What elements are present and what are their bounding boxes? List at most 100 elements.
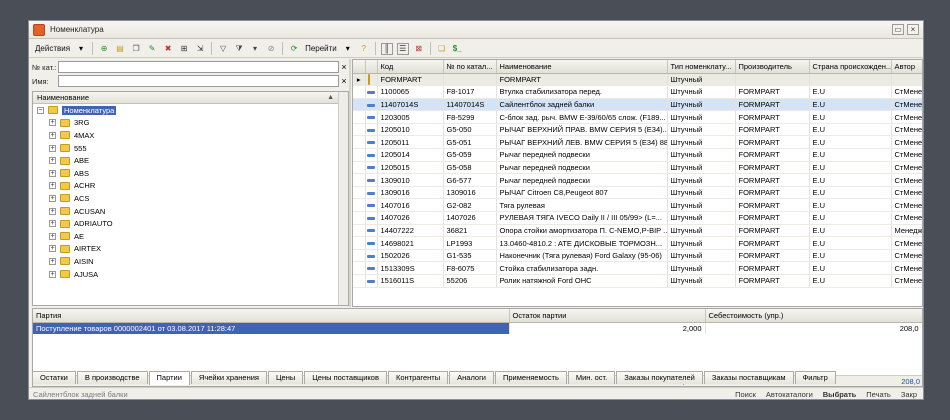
print-button[interactable]: Печать [866,390,891,399]
autocatalogs-button[interactable]: Автокаталоги [766,390,813,399]
column-header-catalog-number[interactable]: № по катал... [443,60,497,74]
country-cell[interactable]: E.U [809,211,892,225]
tab[interactable]: Ячейки хранения [190,371,267,384]
expand-icon[interactable]: + [49,169,56,177]
batch-cell[interactable]: Поступление товаров 0000002401 от 03.08.… [33,322,510,334]
search-button[interactable]: Поиск [735,390,756,399]
catalog-number-cell[interactable]: F8-6075 [443,261,497,275]
empty-cell[interactable] [891,73,922,87]
help-icon[interactable]: ? [358,43,370,55]
expand-icon[interactable]: + [49,131,56,139]
country-cell[interactable]: E.U [809,123,892,137]
tree-item[interactable]: + AJUSA [33,268,348,281]
tree-item[interactable]: +3RG [33,117,348,130]
tab[interactable]: Аналоги [449,371,494,384]
catalog-number-cell[interactable]: F8-5299 [443,110,497,124]
author-cell[interactable]: СтМенеджер02 [891,211,922,225]
catalog-number-cell[interactable] [443,73,497,87]
tree-item[interactable]: + ACS [33,192,348,205]
author-cell[interactable]: СтМенеджер02 [891,110,922,124]
code-cell[interactable]: 14407222 [377,224,444,238]
country-cell[interactable]: E.U [809,161,892,175]
item-type-cell[interactable]: Штучный [667,173,736,187]
add-folder-icon[interactable]: ▤ [114,43,126,55]
catalog-number-cell[interactable]: 1309016 [443,186,497,200]
catalog-number-cell[interactable]: 1407026 [443,211,497,225]
code-cell[interactable]: 1309016 [377,186,444,200]
name-cell[interactable]: Ролик натяжной Ford OHC [496,274,668,288]
folder-row[interactable]: ▸ FORMPART FORMPART Штучный [353,73,922,87]
expand-icon[interactable]: + [49,257,56,265]
column-header-author[interactable]: Автор [891,60,922,74]
item-type-cell[interactable]: Штучный [667,249,736,263]
code-cell[interactable]: 1502026 [377,249,444,263]
country-cell[interactable]: E.U [809,224,892,238]
catalog-number-cell[interactable]: G1-535 [443,249,497,263]
name-cell[interactable]: РЫЧАГ Citroen C8,Peugeot 807 [496,186,668,200]
name-cell[interactable]: Опора стойки амортизатора П. C-NEMO,P-BI… [496,224,668,238]
name-cell[interactable]: Рычаг передней подвески [496,161,668,175]
catalog-number-cell[interactable]: G5-051 [443,135,497,150]
name-input[interactable] [58,75,339,87]
table-row[interactable]: 1205014 G5-059 Рычаг передней подвески Штуч… [353,148,922,162]
manufacturer-cell[interactable]: FORMPART [735,211,810,225]
name-cell[interactable]: Тяга рулевая [496,198,668,213]
name-cell[interactable]: Рычаг передней подвески [496,148,668,162]
catalog-number-cell[interactable]: G2-082 [443,198,497,213]
name-cell[interactable]: Втулка стабилизатора перед. [496,85,668,99]
author-cell[interactable]: СтМенеджер01 [891,135,922,150]
catalog-number-cell[interactable]: 55206 [443,274,497,288]
code-cell[interactable]: 1100065 [377,85,444,99]
prices-button[interactable]: $_ [453,44,462,53]
author-cell[interactable]: СтМенеджер02 [891,173,922,187]
manufacturer-cell[interactable]: FORMPART [735,274,810,288]
table-row[interactable]: 1205010 G5-050 РЫЧАГ ВЕРХНИЙ ПРАВ. BMW СЕР… [353,123,922,137]
catalog-number-cell[interactable]: G5-058 [443,161,497,175]
column-header-name[interactable]: Наименование [496,60,668,74]
dropdown-arrow-icon[interactable]: ▾ [342,43,354,55]
expand-icon[interactable]: + [49,144,56,152]
tab[interactable]: Остатки [32,371,76,384]
code-cell[interactable]: 1309010 [377,173,444,187]
tab[interactable]: Цены поставщиков [304,371,387,384]
clear-icon[interactable]: × [339,75,349,87]
author-cell[interactable]: СтМенеджер01 [891,123,922,137]
print-copies-icon[interactable]: ❏ [436,43,448,55]
table-row[interactable]: 1513309S F8-6075 Стойка стабилизатора задн… [353,261,922,275]
table-row[interactable]: 14698021 LP1993 13.0460-4810.2 : ATE ДИСКО… [353,236,922,250]
remainder-column-header[interactable]: Остаток партии [509,309,706,323]
manufacturer-cell[interactable]: FORMPART [735,123,810,137]
catalog-number-input[interactable] [58,61,339,73]
maximize-button[interactable]: ▭ [892,24,904,35]
tab[interactable]: Фильтр [794,371,836,384]
manufacturer-cell[interactable]: FORMPART [735,173,810,187]
column-header-manufacturer[interactable]: Производитель [735,60,810,74]
country-cell[interactable]: E.U [809,173,892,187]
country-cell[interactable]: E.U [809,85,892,99]
tree-item[interactable]: + ACHR [33,180,348,193]
clear-filter-icon[interactable]: ⊘ [265,43,277,55]
add-icon[interactable]: ⊕ [98,43,110,55]
remainder-cell[interactable]: 2,000 [509,322,706,334]
dropdown-arrow-icon[interactable]: ▾ [75,43,87,55]
code-cell[interactable]: 1205015 [377,161,444,175]
icon-column-header[interactable] [353,60,366,74]
expand-icon[interactable]: + [49,207,56,215]
code-cell[interactable]: FORMPART [377,73,444,87]
name-cell[interactable]: FORMPART [496,73,668,87]
tree-item-root[interactable]: − Номенклатура [33,104,348,117]
expand-icon[interactable]: + [49,245,56,253]
country-cell[interactable]: E.U [809,186,892,200]
refresh-icon[interactable]: ⟳ [288,43,300,55]
name-cell[interactable]: РЫЧАГ ВЕРХНИЙ ЛЕВ. BMW СЕРИЯ 5 (E34) 88-… [496,135,668,150]
cost-cell[interactable]: 208,0 [705,322,922,334]
expand-icon[interactable]: + [49,220,56,228]
move-to-group-icon[interactable]: ⇲ [194,43,206,55]
catalog-number-cell[interactable]: G6-577 [443,173,497,187]
expand-icon[interactable]: + [49,157,56,165]
author-cell[interactable]: СтМенеджер02 [891,85,922,99]
code-cell[interactable]: 1205011 [377,135,444,150]
author-cell[interactable]: СтМенеджер02 [891,261,922,275]
expand-icon[interactable]: + [49,194,56,202]
catalog-number-cell[interactable]: LP1993 [443,236,497,250]
